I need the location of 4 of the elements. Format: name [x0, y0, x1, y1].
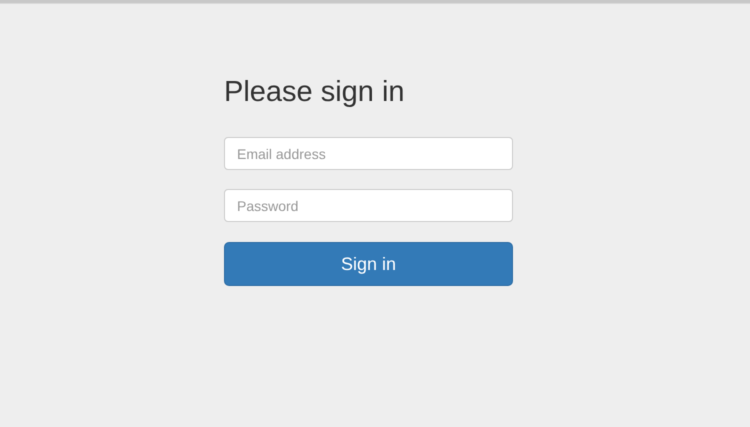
input-field[interactable]: Password: [224, 189, 513, 222]
input-field[interactable]: Email address: [224, 137, 513, 170]
sign-in-button[interactable]: Sign in: [224, 242, 513, 286]
form-heading: Please sign in: [224, 75, 406, 110]
